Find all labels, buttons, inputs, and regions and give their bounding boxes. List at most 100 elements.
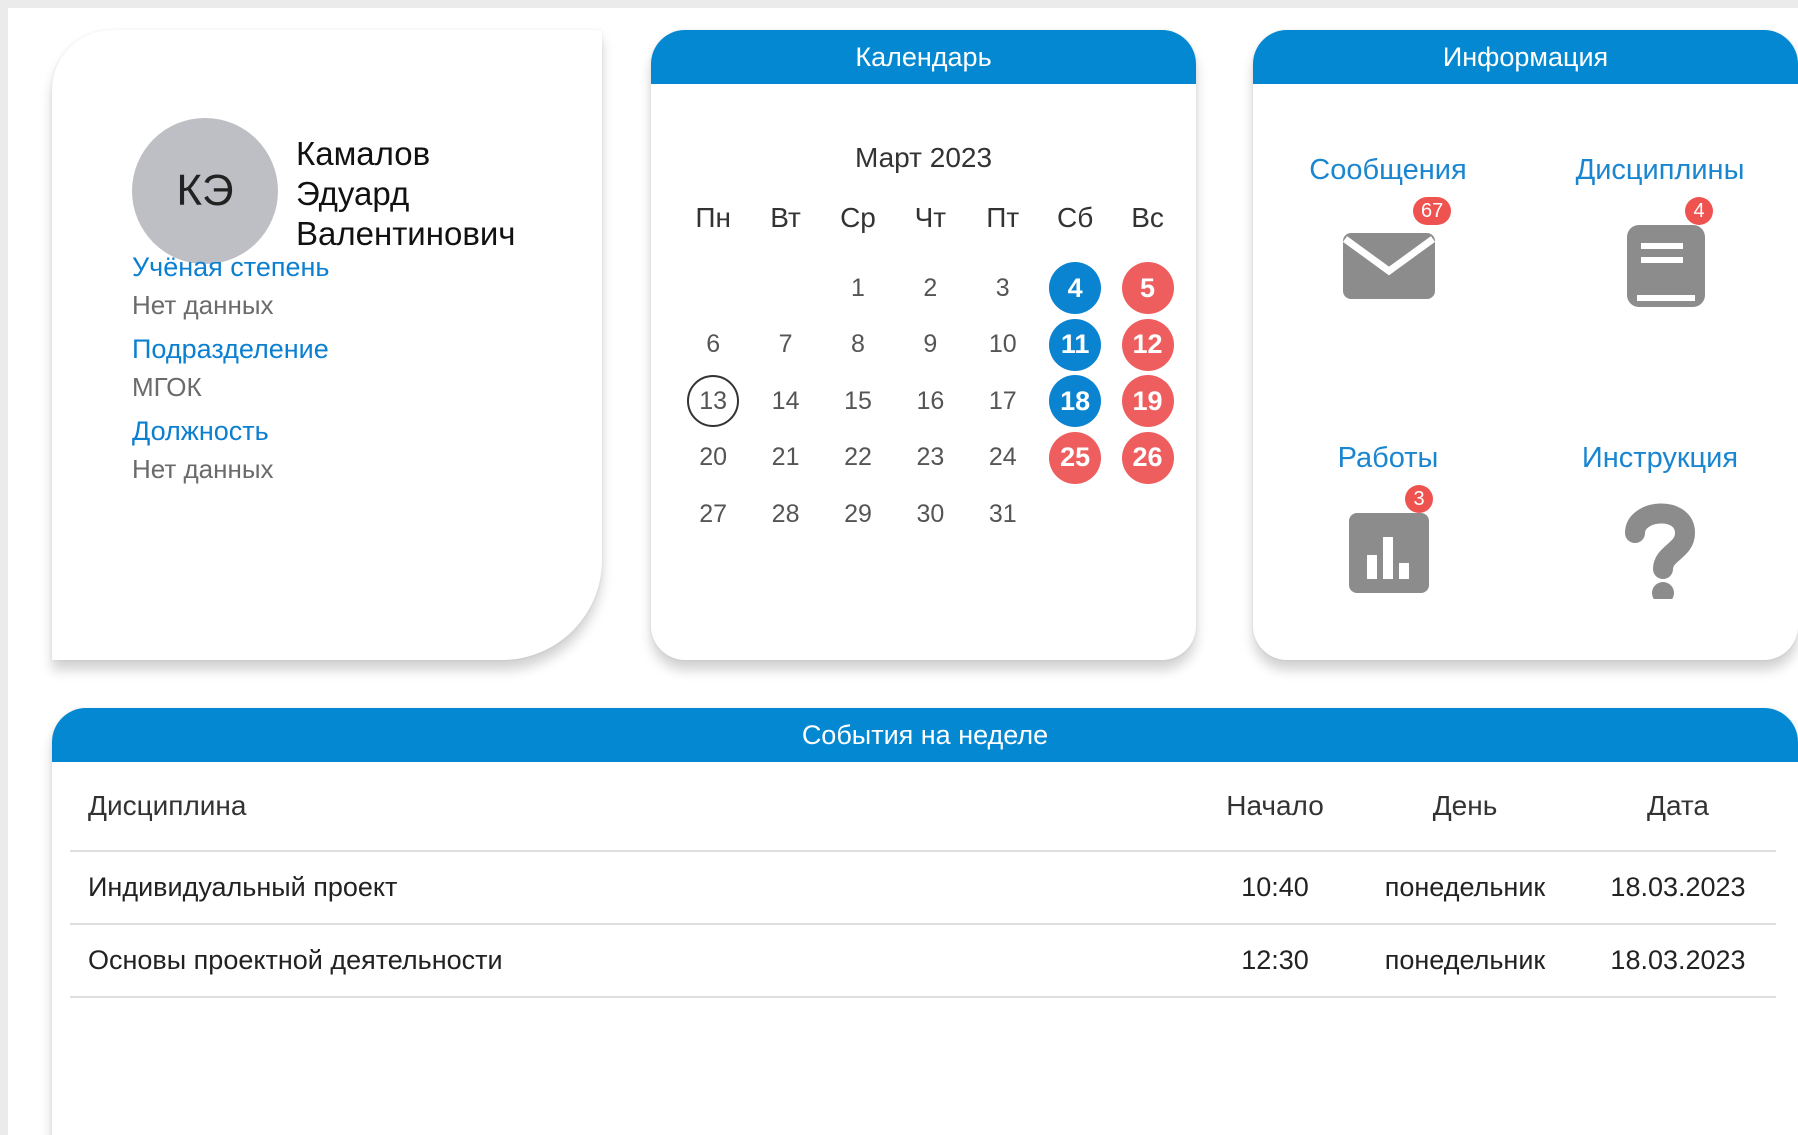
calendar-day-number: 17 xyxy=(988,386,1017,415)
calendar-day[interactable]: 21 xyxy=(749,430,821,486)
calendar-day[interactable]: 23 xyxy=(894,430,966,486)
calendar-day[interactable]: 22 xyxy=(822,430,894,486)
messages-label[interactable]: Сообщения xyxy=(1253,154,1523,187)
calendar-day[interactable]: 18 xyxy=(1039,373,1111,429)
disciplines-tile[interactable]: Дисциплины 4 xyxy=(1525,154,1795,311)
calendar-day-number xyxy=(1122,488,1174,540)
calendar-day-number: 19 xyxy=(1121,375,1174,427)
calendar-day[interactable]: 29 xyxy=(822,486,894,542)
calendar-month[interactable]: Март 2023 xyxy=(651,142,1196,174)
calendar-day[interactable]: 31 xyxy=(967,486,1039,542)
calendar-empty-cell xyxy=(749,260,821,316)
calendar-day[interactable]: 20 xyxy=(677,430,749,486)
calendar-day[interactable]: 6 xyxy=(677,317,749,373)
calendar-day[interactable]: 14 xyxy=(749,373,821,429)
calendar-week: 20 21 22 23 24 25 26 xyxy=(677,430,1184,486)
profile-card: КЭ Камалов Эдуард Валентинович Учёная ст… xyxy=(52,30,602,660)
table-row[interactable]: Индивидуальный проект 10:40 понедельник … xyxy=(70,852,1776,925)
disciplines-badge: 4 xyxy=(1685,197,1713,225)
calendar-card: Календарь Март 2023 Пн Вт Ср Чт Пт Сб Вс… xyxy=(651,30,1196,660)
calendar-day[interactable]: 9 xyxy=(894,317,966,373)
calendar-day-number: 2 xyxy=(923,273,938,302)
instruction-tile[interactable]: Инструкция xyxy=(1525,442,1795,604)
book-icon[interactable]: 4 xyxy=(1605,197,1715,311)
calendar-empty-cell xyxy=(677,260,749,316)
calendar-day-number: 26 xyxy=(1121,431,1174,484)
event-day: понедельник xyxy=(1384,945,1546,975)
calendar-day[interactable]: 11 xyxy=(1039,317,1111,373)
calendar-day[interactable]: 12 xyxy=(1111,317,1183,373)
calendar-day-number: 15 xyxy=(844,386,872,415)
calendar-day-number: 7 xyxy=(778,330,793,358)
calendar-empty-cell xyxy=(1039,486,1111,542)
envelope-icon[interactable]: 67 xyxy=(1333,197,1452,311)
calendar-day[interactable]: 19 xyxy=(1111,373,1183,429)
event-discipline: Индивидуальный проект xyxy=(88,872,398,902)
degree-value: Нет данных xyxy=(132,290,274,320)
avatar: КЭ xyxy=(132,118,278,264)
calendar-day[interactable]: 8 xyxy=(822,317,894,373)
degree-label: Учёная степень xyxy=(132,252,330,282)
column-start: Начало xyxy=(1226,790,1324,821)
events-title: События на неделе xyxy=(52,708,1798,762)
calendar-day[interactable]: 7 xyxy=(749,317,821,373)
calendar-week: 1 2 3 45 xyxy=(677,260,1184,316)
column-discipline: Дисциплина xyxy=(88,790,247,821)
calendar-day[interactable]: 28 xyxy=(749,486,821,542)
weekday-label: Чт xyxy=(914,202,947,233)
calendar-day[interactable]: 1 xyxy=(822,260,894,316)
calendar-empty-cell xyxy=(1111,486,1183,542)
calendar-day[interactable]: 17 xyxy=(967,373,1039,429)
calendar-day[interactable]: 2 xyxy=(894,260,966,316)
calendar-day-number: 16 xyxy=(916,386,945,415)
table-header-row: Дисциплина Начало День Дата xyxy=(70,762,1776,852)
calendar-day[interactable]: 15 xyxy=(822,373,894,429)
calendar-day-number: 20 xyxy=(699,443,728,471)
question-icon[interactable] xyxy=(1605,499,1715,604)
messages-tile[interactable]: Сообщения 67 xyxy=(1253,154,1523,311)
calendar-day-number: 27 xyxy=(699,499,728,528)
weekday-label: Вс xyxy=(1131,202,1164,233)
bar-chart-icon[interactable]: 3 xyxy=(1333,485,1443,599)
info-title: Информация xyxy=(1253,30,1798,84)
events-card: События на неделе Дисциплина Начало День… xyxy=(52,708,1798,1135)
calendar-day[interactable]: 10 xyxy=(967,317,1039,373)
event-date: 18.03.2023 xyxy=(1610,945,1746,975)
instruction-label[interactable]: Инструкция xyxy=(1525,442,1795,475)
works-badge: 3 xyxy=(1405,485,1433,513)
calendar-day[interactable]: 24 xyxy=(967,430,1039,486)
calendar-day[interactable]: 30 xyxy=(894,486,966,542)
calendar-day-number: 29 xyxy=(844,499,872,528)
calendar-day[interactable]: 4 xyxy=(1039,260,1111,316)
calendar-day[interactable]: 5 xyxy=(1111,260,1183,316)
calendar-day-today[interactable]: 13 xyxy=(677,373,749,429)
calendar-day-number: 12 xyxy=(1121,318,1174,371)
calendar-day-number xyxy=(760,262,812,314)
calendar-title: Календарь xyxy=(651,30,1196,84)
calendar-day[interactable]: 26 xyxy=(1111,430,1183,486)
calendar-day[interactable]: 3 xyxy=(967,260,1039,316)
position-value: Нет данных xyxy=(132,454,274,484)
column-day: День xyxy=(1432,790,1498,821)
weekday-label: Ср xyxy=(840,202,876,233)
calendar-day[interactable]: 25 xyxy=(1039,430,1111,486)
disciplines-label[interactable]: Дисциплины xyxy=(1525,154,1795,187)
table-row[interactable]: Основы проектной деятельности 12:30 поне… xyxy=(70,925,1776,998)
calendar-day-number: 6 xyxy=(706,330,721,358)
works-tile[interactable]: Работы 3 xyxy=(1253,442,1523,599)
calendar-week: 13 14 15 16 17 18 19 xyxy=(677,373,1184,429)
department-label: Подразделение xyxy=(132,334,329,364)
calendar-day-number: 28 xyxy=(771,499,800,528)
messages-badge: 67 xyxy=(1413,197,1452,225)
calendar-day[interactable]: 27 xyxy=(677,486,749,542)
profile-name: Камалов Эдуард Валентинович xyxy=(296,134,515,254)
event-start: 12:30 xyxy=(1241,945,1309,975)
works-label[interactable]: Работы xyxy=(1253,442,1523,475)
calendar-day[interactable]: 16 xyxy=(894,373,966,429)
weekday-label: Вт xyxy=(770,202,801,233)
calendar-day-number: 11 xyxy=(1049,318,1102,371)
column-date: Дата xyxy=(1646,790,1709,821)
weekday-label: Сб xyxy=(1057,202,1094,233)
event-day: понедельник xyxy=(1384,872,1546,902)
calendar-day-number: 22 xyxy=(844,443,872,471)
